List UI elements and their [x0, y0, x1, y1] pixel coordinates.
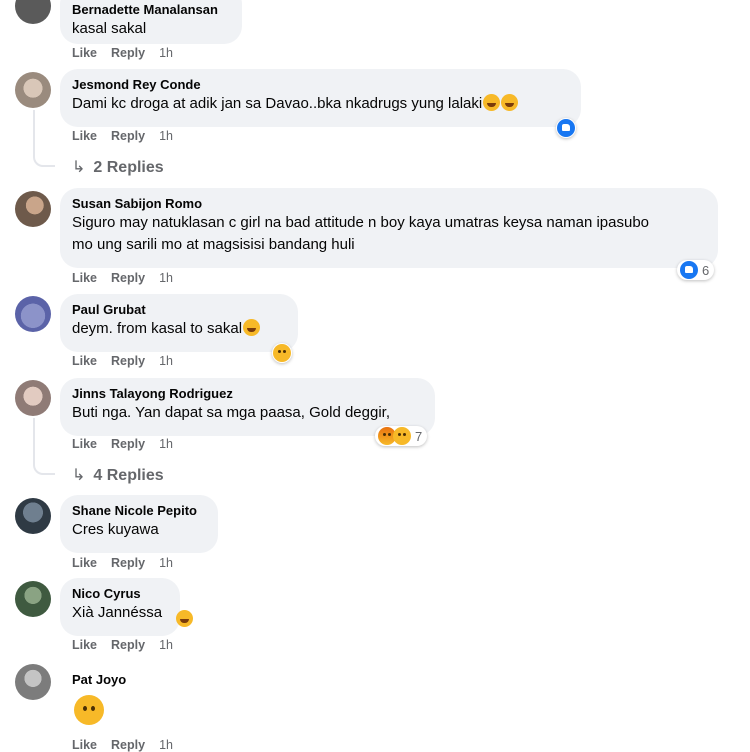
like-button[interactable]: Like [72, 638, 97, 652]
haha-reaction-icon [393, 427, 411, 445]
like-reaction-icon [680, 261, 698, 279]
comment-text: Siguro may natuklasan c girl na bad atti… [72, 214, 650, 253]
reply-button[interactable]: Reply [111, 556, 145, 570]
replies-count[interactable]: 2 Replies [93, 159, 163, 176]
like-button[interactable]: Like [72, 271, 97, 285]
comment-actions: Like Reply 1h [72, 638, 187, 652]
reply-arrow-icon: ↳ [72, 159, 86, 176]
sad-reaction-icon [273, 344, 291, 362]
comment-text: Buti nga. Yan dapat sa mga paasa, Gold d… [72, 404, 391, 421]
comment-author[interactable]: Bernadette Manalansan [72, 1, 230, 18]
timestamp[interactable]: 1h [159, 638, 173, 652]
reaction-summary[interactable] [556, 118, 576, 138]
comment-author[interactable]: Jinns Talayong Rodriguez [72, 385, 423, 402]
comment-actions: Like Reply 1h [72, 437, 187, 451]
avatar[interactable] [15, 72, 51, 108]
comment-text: Dami kc droga at adik jan sa Davao..bka … [72, 95, 483, 112]
reaction-summary[interactable]: 7 [375, 426, 428, 446]
laughing-emoji-icon [483, 94, 501, 111]
comment-author[interactable]: Pat Joyo [72, 671, 126, 688]
avatar[interactable] [15, 0, 51, 24]
view-replies-link[interactable]: ↳ 2 Replies [72, 157, 164, 177]
like-button[interactable]: Like [72, 437, 97, 451]
comment-bubble: Nico Cyrus Xià Jannéssa [60, 578, 180, 636]
reply-button[interactable]: Reply [111, 437, 145, 451]
reply-arrow-icon: ↳ [72, 467, 86, 484]
comment-actions: Like Reply 1h [72, 271, 187, 285]
like-button[interactable]: Like [72, 46, 97, 60]
reply-button[interactable]: Reply [111, 129, 145, 143]
view-replies-link[interactable]: ↳ 4 Replies [72, 465, 164, 485]
comment-author[interactable]: Paul Grubat [72, 301, 286, 318]
avatar[interactable] [15, 296, 51, 332]
thread-line [33, 418, 55, 475]
comment-bubble: Susan Sabijon Romo Siguro may natuklasan… [60, 188, 718, 268]
like-button[interactable]: Like [72, 556, 97, 570]
avatar[interactable] [15, 380, 51, 416]
timestamp[interactable]: 1h [159, 437, 173, 451]
avatar[interactable] [15, 664, 51, 700]
comment-author[interactable]: Susan Sabijon Romo [72, 195, 706, 212]
comment-bubble: Bernadette Manalansan kasal sakal [60, 0, 242, 44]
like-button[interactable]: Like [72, 354, 97, 368]
comment-author[interactable]: Nico Cyrus [72, 585, 168, 602]
comment-actions: Like Reply 1h [72, 46, 187, 60]
comment-text: kasal sakal [72, 20, 147, 37]
comment-bubble: Shane Nicole Pepito Cres kuyawa [60, 495, 218, 553]
reaction-count: 7 [415, 428, 423, 444]
reaction-count: 6 [702, 262, 710, 278]
reaction-summary[interactable]: 6 [677, 260, 715, 280]
comment-author[interactable]: Jesmond Rey Conde [72, 76, 569, 93]
laughing-emoji-icon [176, 610, 193, 627]
comment-actions: Like Reply 1h [72, 129, 187, 143]
timestamp[interactable]: 1h [159, 271, 173, 285]
avatar[interactable] [15, 498, 51, 534]
comment-author[interactable]: Shane Nicole Pepito [72, 502, 206, 519]
reaction-summary[interactable] [272, 343, 292, 363]
like-button[interactable]: Like [72, 129, 97, 143]
comment-text: Xià Jannéssa [72, 604, 163, 621]
comment-text: deym. from kasal to sakal [72, 320, 243, 337]
sad-emoji-icon [243, 319, 261, 336]
comment-text: Cres kuyawa [72, 521, 159, 538]
comment-actions: Like Reply 1h [72, 556, 187, 570]
avatar[interactable] [15, 191, 51, 227]
reply-button[interactable]: Reply [111, 638, 145, 652]
reply-button[interactable]: Reply [111, 271, 145, 285]
thread-line [33, 110, 55, 167]
timestamp[interactable]: 1h [159, 129, 173, 143]
comment-bubble: Jesmond Rey Conde Dami kc droga at adik … [60, 69, 581, 127]
laughing-emoji-icon [501, 94, 519, 111]
reply-button[interactable]: Reply [111, 46, 145, 60]
comment-bubble: Paul Grubat deym. from kasal to sakal [60, 294, 298, 352]
replies-count[interactable]: 4 Replies [93, 467, 163, 484]
timestamp[interactable]: 1h [159, 556, 173, 570]
comment-actions: Like Reply 1h [72, 354, 187, 368]
timestamp[interactable]: 1h [159, 354, 173, 368]
avatar[interactable] [15, 581, 51, 617]
timestamp[interactable]: 1h [159, 46, 173, 60]
like-reaction-icon [557, 119, 575, 137]
reply-button[interactable]: Reply [111, 354, 145, 368]
sad-emoji-icon [74, 695, 104, 725]
